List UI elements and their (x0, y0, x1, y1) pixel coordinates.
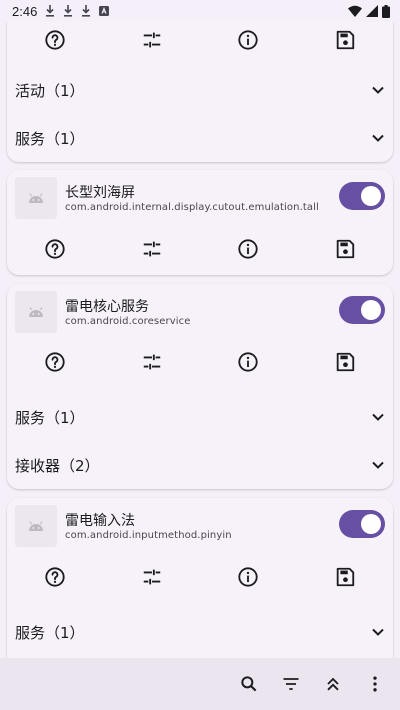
info-icon (238, 567, 258, 587)
chevron-down-icon (371, 83, 385, 97)
toggle-knob (361, 186, 381, 206)
info-button[interactable] (228, 22, 268, 60)
help-icon (45, 352, 65, 372)
save-button[interactable] (325, 557, 365, 597)
help-button[interactable] (35, 557, 75, 597)
status-time: 2:46 (12, 3, 38, 19)
action-row (7, 557, 393, 597)
info-button[interactable] (228, 342, 268, 382)
tune-icon (143, 569, 160, 585)
info-button[interactable] (228, 557, 268, 597)
collapse-all-button[interactable] (312, 663, 354, 705)
status-bar: 2:46 (0, 0, 400, 22)
search-button[interactable] (228, 663, 270, 705)
toggle-knob (361, 514, 381, 534)
section-activities[interactable]: 活动（1） (7, 66, 393, 114)
help-icon (45, 239, 65, 259)
app-header[interactable]: 长型刘海屏 com.android.internal.display.cutou… (7, 170, 393, 224)
bottom-app-bar (0, 658, 400, 710)
tune-icon (143, 32, 160, 48)
section-label: 服务（1） (15, 129, 85, 148)
wifi-icon (348, 5, 362, 17)
chevron-down-icon (371, 131, 385, 145)
chevron-down-icon (371, 410, 385, 424)
enable-toggle[interactable] (339, 296, 385, 324)
collapse-all-icon (327, 677, 339, 691)
section-receivers[interactable]: 接收器（2） (7, 441, 393, 489)
android-icon (15, 291, 57, 333)
action-row (7, 342, 393, 382)
section-label: 服务（1） (15, 623, 85, 642)
app-card: 活动（1） 服务（1） (7, 22, 393, 162)
app-card: 雷电核心服务 com.android.coreservice 服务（1） 接收器… (7, 284, 393, 489)
info-button[interactable] (228, 229, 268, 269)
search-icon (241, 676, 257, 692)
section-services[interactable]: 服务（1） (7, 393, 393, 441)
app-card: 雷电输入法 com.android.inputmethod.pinyin 服务（… (7, 498, 393, 658)
info-icon (238, 352, 258, 372)
app-header[interactable]: 雷电核心服务 com.android.coreservice (7, 284, 393, 338)
section-label: 接收器（2） (15, 456, 100, 475)
section-services[interactable]: 服务（1） (7, 608, 393, 656)
chevron-down-icon (371, 625, 385, 639)
android-icon (15, 177, 57, 219)
tune-icon (143, 241, 160, 257)
help-icon (45, 567, 65, 587)
signal-icon (366, 5, 378, 17)
save-button[interactable] (325, 342, 365, 382)
help-button[interactable] (35, 342, 75, 382)
more-vert-icon (373, 676, 377, 692)
app-name: 雷电核心服务 (65, 299, 149, 315)
toggle-knob (361, 300, 381, 320)
action-row (7, 22, 393, 60)
save-button[interactable] (325, 229, 365, 269)
info-icon (238, 30, 258, 50)
save-icon (336, 567, 354, 587)
enable-toggle[interactable] (339, 510, 385, 538)
tune-button[interactable] (132, 342, 172, 382)
help-icon (45, 30, 65, 50)
app-name: 长型刘海屏 (65, 185, 135, 201)
tune-button[interactable] (132, 22, 172, 60)
more-button[interactable] (354, 663, 396, 705)
download-icon (81, 5, 91, 17)
action-row (7, 229, 393, 269)
section-services[interactable]: 服务（1） (7, 114, 393, 162)
save-icon (336, 30, 354, 50)
download-icon (45, 5, 55, 17)
tune-button[interactable] (132, 557, 172, 597)
filter-icon (283, 678, 299, 690)
section-label: 活动（1） (15, 81, 85, 100)
app-name: 雷电输入法 (65, 513, 135, 529)
section-label: 服务（1） (15, 408, 85, 427)
app-package: com.android.inputmethod.pinyin (65, 530, 232, 541)
help-button[interactable] (35, 229, 75, 269)
info-icon (238, 239, 258, 259)
save-button[interactable] (325, 22, 365, 60)
download-icon (63, 5, 73, 17)
app-card: 长型刘海屏 com.android.internal.display.cutou… (7, 170, 393, 275)
app-list[interactable]: 活动（1） 服务（1） 长型刘海屏 com.android.internal.d… (0, 22, 400, 658)
android-icon (15, 505, 57, 547)
battery-icon (382, 4, 390, 18)
save-icon (336, 352, 354, 372)
app-notification-icon (99, 6, 110, 16)
save-icon (336, 239, 354, 259)
help-button[interactable] (35, 22, 75, 60)
enable-toggle[interactable] (339, 182, 385, 210)
chevron-down-icon (371, 458, 385, 472)
app-package: com.android.internal.display.cutout.emul… (65, 202, 319, 213)
filter-button[interactable] (270, 663, 312, 705)
app-header[interactable]: 雷电输入法 com.android.inputmethod.pinyin (7, 498, 393, 552)
app-package: com.android.coreservice (65, 316, 191, 327)
tune-button[interactable] (132, 229, 172, 269)
tune-icon (143, 354, 160, 370)
